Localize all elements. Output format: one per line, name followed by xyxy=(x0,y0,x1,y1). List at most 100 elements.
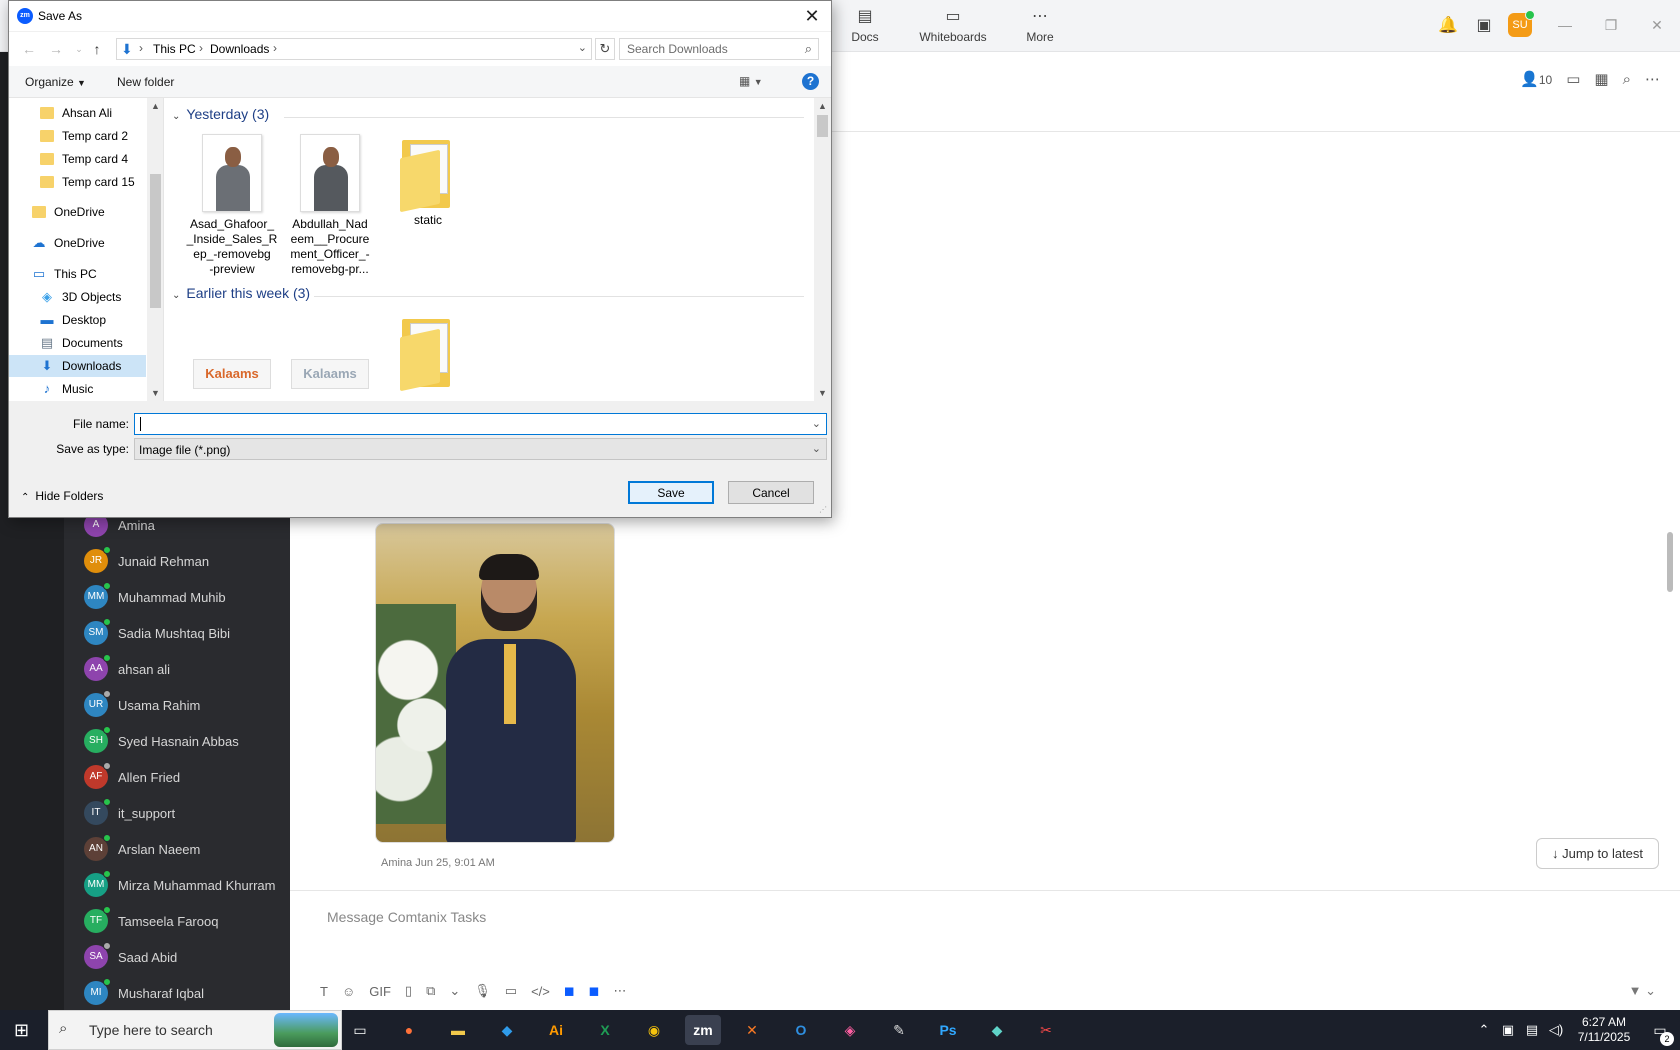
pen-tool-icon[interactable]: ✎ xyxy=(881,1015,917,1045)
zoom-icon[interactable]: zm xyxy=(685,1015,721,1045)
nav-item-onedrive[interactable]: OneDrive xyxy=(9,201,146,223)
search-icon[interactable]: ⌕ xyxy=(1623,71,1631,88)
breadcrumb-downloads[interactable]: Downloads xyxy=(210,42,269,56)
file-item[interactable]: Kalaams xyxy=(186,359,278,389)
file-name-field[interactable]: ⌄ xyxy=(134,413,827,435)
screenshot-icon[interactable]: ⧉ xyxy=(426,983,435,999)
shared-photo[interactable] xyxy=(375,523,615,843)
contact-item[interactable]: SM Sadia Mushtaq Bibi xyxy=(84,618,230,647)
user-avatar[interactable]: SU xyxy=(1508,10,1535,37)
contact-item[interactable]: MM Muhammad Muhib xyxy=(84,582,226,611)
emoji-icon[interactable]: ☺ xyxy=(342,984,355,999)
nav-item-music[interactable]: ♪ Music xyxy=(9,378,146,400)
maximize-icon[interactable]: ❐ xyxy=(1588,17,1634,34)
tray-chevron-icon[interactable]: ⌃ xyxy=(1472,1022,1496,1038)
compose-area[interactable]: Message Comtanix Tasks T ☺ GIF ▯ ⧉ ⌄ 🎙 ▭… xyxy=(290,890,1680,1010)
dialog-title-bar[interactable]: zm Save As ✕ xyxy=(9,1,831,31)
navigation-scrollbar[interactable]: ▲ ▼ xyxy=(147,98,163,401)
clock[interactable]: 6:27 AM 7/11/2025 xyxy=(1568,1015,1640,1045)
video-message-icon[interactable]: ▭ xyxy=(505,983,517,999)
nav-item-3d-objects[interactable]: ◈ 3D Objects xyxy=(9,286,146,308)
organize-button[interactable]: Organize ▼ xyxy=(25,75,86,89)
xampp-icon[interactable]: ✕ xyxy=(734,1015,770,1045)
new-folder-button[interactable]: New folder xyxy=(117,75,174,89)
nav-docs[interactable]: ▤ Docs xyxy=(820,8,910,44)
chat-app-icon[interactable]: ◼ xyxy=(589,983,600,999)
outlook-icon[interactable]: O xyxy=(783,1015,819,1045)
save-type-dropdown-icon[interactable]: ⌄ xyxy=(812,442,821,455)
calendar-icon[interactable]: ▦ xyxy=(1594,70,1608,88)
app-icon[interactable]: ◼ xyxy=(564,983,575,999)
search-input[interactable] xyxy=(620,39,796,59)
vscode-icon[interactable]: ◆ xyxy=(489,1015,525,1045)
contact-item[interactable]: UR Usama Rahim xyxy=(84,690,200,719)
nav-whiteboards[interactable]: ▭ Whiteboards xyxy=(908,8,998,44)
taskbar-search[interactable]: ⌕ Type here to search xyxy=(48,1010,342,1050)
scroll-down-icon[interactable]: ▼ xyxy=(814,388,831,398)
file-name-input[interactable] xyxy=(135,414,795,434)
nav-item-this-pc[interactable]: ▭ This PC xyxy=(9,263,146,285)
task-view-icon[interactable]: ▭ xyxy=(342,1015,378,1045)
contact-item[interactable]: JR Junaid Rehman xyxy=(84,546,209,575)
hide-folders-button[interactable]: ⌃ Hide Folders xyxy=(21,489,103,503)
breadcrumb-separator-icon[interactable]: › xyxy=(199,41,203,55)
breadcrumb-this-pc[interactable]: This PC xyxy=(153,42,196,56)
file-item[interactable]: Asad_Ghafoor_ _Inside_Sales_R ep_-removebg… xyxy=(186,134,278,277)
network-icon[interactable]: ▤ xyxy=(1520,1022,1544,1038)
chrome-icon[interactable]: ◉ xyxy=(636,1015,672,1045)
chevron-down-icon[interactable]: ⌄ xyxy=(449,983,460,999)
bell-icon[interactable]: 🔔 xyxy=(1430,15,1466,35)
calendar-gift-icon[interactable]: ▣ xyxy=(1466,15,1502,35)
notifications-button[interactable]: ▭ 2 xyxy=(1640,1022,1680,1046)
help-icon[interactable]: ? xyxy=(802,73,819,90)
compose-placeholder[interactable]: Message Comtanix Tasks xyxy=(327,909,486,925)
address-dropdown-icon[interactable]: ⌄ xyxy=(578,41,587,54)
nav-item-temp-card-4[interactable]: Temp card 4 xyxy=(9,148,146,170)
illustrator-icon[interactable]: Ai xyxy=(538,1015,574,1045)
video-icon[interactable]: ▭ xyxy=(1566,70,1580,88)
nav-item-temp-card-15[interactable]: Temp card 15 xyxy=(9,171,146,193)
excel-icon[interactable]: X xyxy=(587,1015,623,1045)
contact-item[interactable]: MM Mirza Muhammad Khurram xyxy=(84,870,276,899)
volume-icon[interactable]: ◁) xyxy=(1544,1022,1568,1038)
back-arrow-icon[interactable]: ← xyxy=(19,39,39,59)
photoshop-icon[interactable]: Ps xyxy=(930,1015,966,1045)
file-item[interactable] xyxy=(382,313,474,392)
contact-item[interactable]: SA Saad Abid xyxy=(84,942,177,971)
file-name-dropdown-icon[interactable]: ⌄ xyxy=(812,417,821,430)
microphone-icon[interactable]: 🎙 xyxy=(474,983,491,999)
navigation-scroll-thumb[interactable] xyxy=(150,174,161,308)
close-window-icon[interactable]: ✕ xyxy=(1634,17,1680,34)
resize-grip-icon[interactable]: ⋰ xyxy=(819,505,829,515)
contact-item[interactable]: AA ahsan ali xyxy=(84,654,170,683)
file-list-scroll-thumb[interactable] xyxy=(817,115,828,137)
nav-item-onedrive[interactable]: ☁ OneDrive xyxy=(9,232,146,254)
more-tools-icon[interactable]: ⋯ xyxy=(613,983,626,999)
address-bar[interactable]: ⬇ › This PC › Downloads › ⌄ xyxy=(116,38,592,60)
nav-item-desktop[interactable]: ▬ Desktop xyxy=(9,309,146,331)
dialog-close-button[interactable]: ✕ xyxy=(801,5,823,27)
app-red-icon[interactable]: ✂ xyxy=(1028,1015,1064,1045)
firefox-icon[interactable]: ● xyxy=(391,1015,427,1045)
windows-start-icon[interactable]: ⊞ xyxy=(14,1020,34,1040)
contact-item[interactable]: MI Musharaf Iqbal xyxy=(84,978,204,1007)
text-format-icon[interactable]: T xyxy=(320,984,328,999)
refresh-button[interactable]: ↻ xyxy=(595,38,615,60)
recent-dropdown-icon[interactable]: ⌄ xyxy=(69,39,89,59)
more-options-icon[interactable]: ⋯ xyxy=(1645,70,1660,88)
members-button[interactable]: 👤10 xyxy=(1520,70,1552,88)
tray-app-icon[interactable]: ▣ xyxy=(1496,1022,1520,1038)
file-explorer-icon[interactable]: ▬ xyxy=(440,1015,476,1045)
contact-item[interactable]: SH Syed Hasnain Abbas xyxy=(84,726,239,755)
file-list-scrollbar[interactable]: ▲ ▼ xyxy=(814,98,831,401)
contact-item[interactable]: TF Tamseela Farooq xyxy=(84,906,218,935)
file-item[interactable]: Abdullah_Nad eem__Procure ment_Officer_- re… xyxy=(284,134,376,277)
breadcrumb-separator-icon[interactable]: › xyxy=(273,41,277,55)
nav-item-temp-card-2[interactable]: Temp card 2 xyxy=(9,125,146,147)
nav-more[interactable]: ⋯ More xyxy=(995,8,1085,44)
nav-item-ahsan-ali[interactable]: Ahsan Ali xyxy=(9,102,146,124)
send-options-icon[interactable]: ▼ ⌄ xyxy=(1629,983,1656,999)
jump-to-latest-button[interactable]: ↓ Jump to latest xyxy=(1536,838,1659,869)
search-box[interactable]: ⌕ xyxy=(619,38,819,60)
up-arrow-icon[interactable]: ↑ xyxy=(87,39,107,59)
